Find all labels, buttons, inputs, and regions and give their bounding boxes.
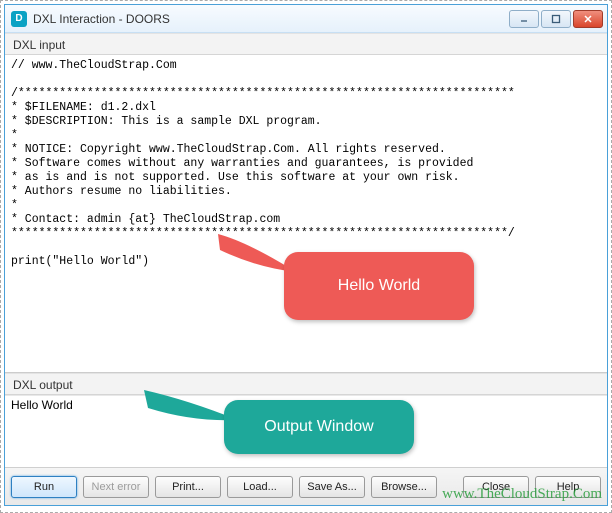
print-button[interactable]: Print...	[155, 476, 221, 498]
browse-button[interactable]: Browse...	[371, 476, 437, 498]
output-text: Hello World	[11, 398, 73, 412]
save-as-button[interactable]: Save As...	[299, 476, 365, 498]
input-section-label: DXL input	[5, 33, 607, 55]
callout-output-window: Output Window	[224, 400, 414, 454]
next-error-button[interactable]: Next error	[83, 476, 149, 498]
close-window-button[interactable]	[573, 10, 603, 28]
run-button[interactable]: Run	[11, 476, 77, 498]
window-title: DXL Interaction - DOORS	[33, 12, 509, 26]
load-button[interactable]: Load...	[227, 476, 293, 498]
output-section-label: DXL output	[5, 373, 607, 395]
dxl-input-textarea[interactable]: // www.TheCloudStrap.Com /**************…	[5, 55, 607, 373]
window-controls	[509, 10, 603, 28]
callout-green-text: Output Window	[264, 418, 373, 436]
maximize-button[interactable]	[541, 10, 571, 28]
app-icon: D	[11, 11, 27, 27]
minimize-button[interactable]	[509, 10, 539, 28]
titlebar[interactable]: D DXL Interaction - DOORS	[5, 5, 607, 33]
callout-hello-world: Hello World	[284, 252, 474, 320]
watermark: www.TheCloudStrap.Com	[442, 486, 602, 503]
callout-red-text: Hello World	[338, 277, 420, 295]
